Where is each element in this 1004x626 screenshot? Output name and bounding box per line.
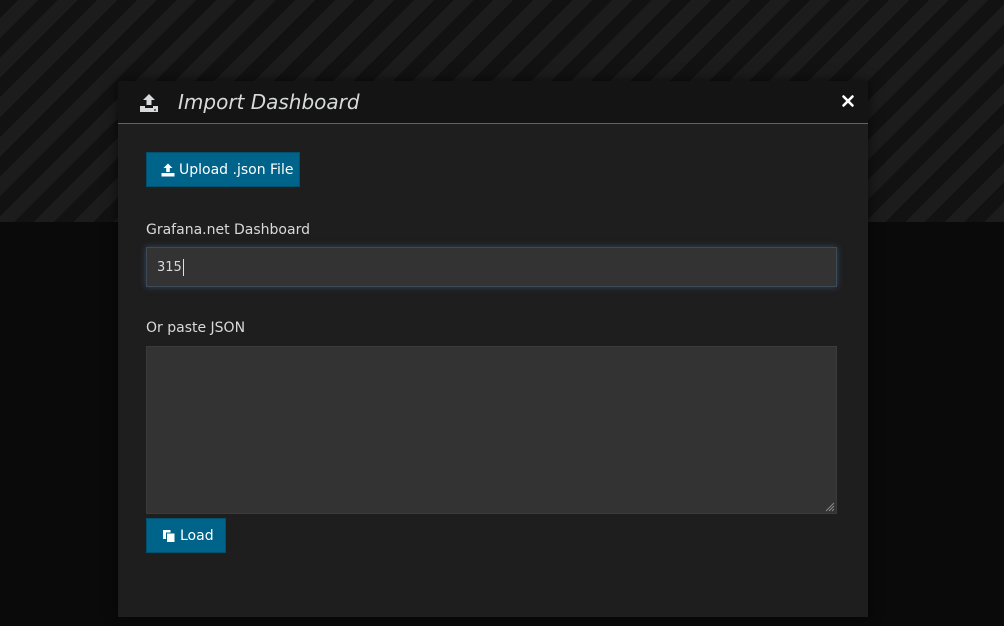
copy-icon <box>163 529 176 543</box>
resize-handle-icon[interactable] <box>823 500 835 512</box>
upload-json-file-button[interactable]: Upload .json File <box>146 152 300 187</box>
load-button[interactable]: Load <box>146 518 226 553</box>
upload-icon <box>138 93 160 113</box>
load-button-label: Load <box>180 527 214 544</box>
import-dashboard-modal: Import Dashboard Upload .json File Grafa… <box>118 81 868 617</box>
modal-header: Import Dashboard <box>118 81 868 124</box>
paste-json-textarea[interactable] <box>146 346 837 514</box>
grafana-net-dashboard-input[interactable]: 315 <box>146 247 837 287</box>
grafana-net-dashboard-value: 315 <box>157 259 182 275</box>
paste-json-label: Or paste JSON <box>146 320 246 336</box>
upload-button-label: Upload .json File <box>179 161 294 178</box>
modal-title: Import Dashboard <box>178 90 360 114</box>
close-icon[interactable] <box>840 93 856 109</box>
grafana-net-dashboard-label: Grafana.net Dashboard <box>146 222 310 238</box>
text-cursor <box>182 258 184 276</box>
upload-icon <box>161 163 175 176</box>
